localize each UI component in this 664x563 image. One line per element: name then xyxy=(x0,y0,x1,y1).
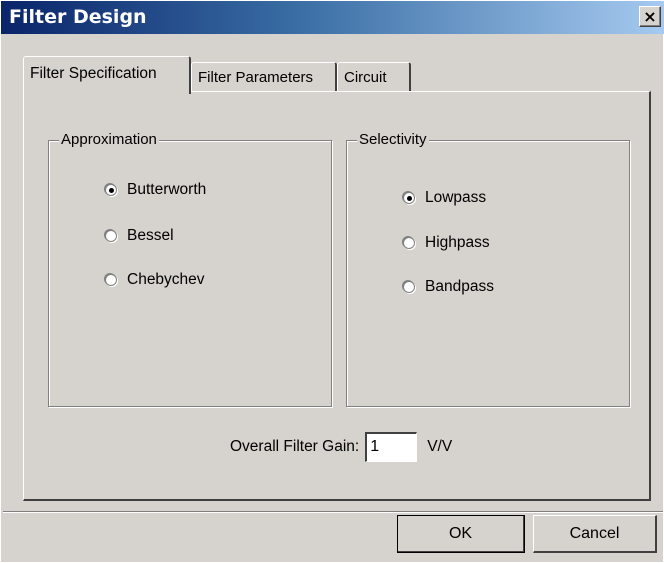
button-separator xyxy=(3,511,663,513)
approximation-group: Approximation Butterworth Bessel Chebych… xyxy=(48,131,332,407)
title-bar[interactable]: Filter Design × xyxy=(1,1,664,34)
ok-button[interactable]: OK xyxy=(397,515,525,553)
close-button[interactable]: × xyxy=(639,6,661,27)
overall-gain-row: Overall Filter Gain: 1 V/V xyxy=(230,432,452,462)
radio-butterworth[interactable]: Butterworth xyxy=(105,181,206,199)
filter-specification-panel: Approximation Butterworth Bessel Chebych… xyxy=(23,91,651,501)
radio-label: Butterworth xyxy=(127,181,207,198)
tab-filter-specification[interactable]: Filter Specification xyxy=(23,56,191,94)
gain-unit: V/V xyxy=(427,438,453,455)
window-title: Filter Design xyxy=(9,6,147,28)
radio-button-icon[interactable] xyxy=(105,230,117,242)
radio-button-icon[interactable] xyxy=(105,274,117,286)
radio-button-icon[interactable] xyxy=(403,237,415,249)
tab-filter-parameters[interactable]: Filter Parameters xyxy=(191,62,337,92)
radio-button-icon[interactable] xyxy=(403,281,415,293)
radio-bandpass[interactable]: Bandpass xyxy=(403,278,494,296)
gain-label: Overall Filter Gain: xyxy=(230,438,360,455)
radio-button-icon[interactable] xyxy=(403,192,415,204)
selectivity-legend: Selectivity xyxy=(357,131,429,148)
approximation-legend: Approximation xyxy=(59,131,159,148)
radio-label: Chebychev xyxy=(127,271,205,288)
cancel-button[interactable]: Cancel xyxy=(533,515,657,553)
selectivity-group: Selectivity Lowpass Highpass Bandpass xyxy=(346,131,630,407)
radio-label: Bandpass xyxy=(425,278,494,295)
filter-design-dialog: Filter Design × Filter Specification Fil… xyxy=(0,0,664,563)
radio-button-icon[interactable] xyxy=(105,184,117,196)
radio-label: Bessel xyxy=(127,227,174,244)
tab-circuit[interactable]: Circuit xyxy=(337,62,411,92)
close-icon: × xyxy=(643,6,657,26)
radio-lowpass[interactable]: Lowpass xyxy=(403,189,486,207)
radio-highpass[interactable]: Highpass xyxy=(403,234,490,252)
gain-input[interactable]: 1 xyxy=(365,432,418,462)
radio-chebychev[interactable]: Chebychev xyxy=(105,271,205,289)
radio-label: Lowpass xyxy=(425,189,487,206)
radio-label: Highpass xyxy=(425,234,490,251)
radio-bessel[interactable]: Bessel xyxy=(105,227,174,245)
